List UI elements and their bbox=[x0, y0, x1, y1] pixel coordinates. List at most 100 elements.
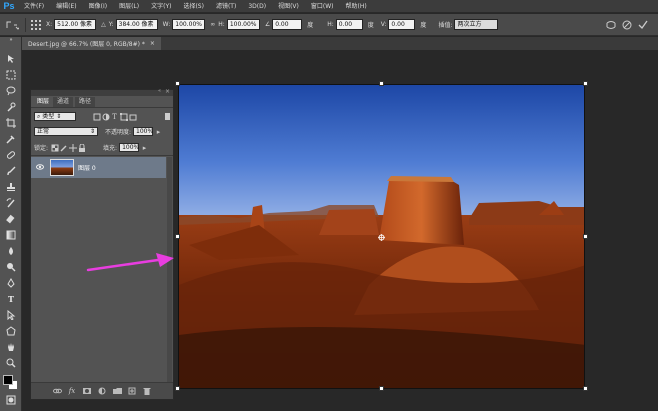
eyedropper-tool-icon[interactable] bbox=[5, 133, 17, 145]
fill-dropdown-icon[interactable]: ▸ bbox=[140, 143, 149, 152]
menu-layer[interactable]: 图层(L) bbox=[113, 0, 145, 13]
transform-handle-right[interactable] bbox=[583, 234, 588, 239]
opacity-dropdown-icon[interactable]: ▸ bbox=[154, 127, 163, 136]
menu-help[interactable]: 帮助(H) bbox=[340, 0, 373, 13]
tab-paths[interactable]: 路径 bbox=[75, 97, 96, 107]
blend-mode-select[interactable]: 正常 ⇕ bbox=[34, 127, 98, 136]
menu-select[interactable]: 选择(S) bbox=[177, 0, 210, 13]
path-selection-tool-icon[interactable] bbox=[5, 309, 17, 321]
adjustment-layer-icon[interactable] bbox=[98, 387, 107, 396]
document-tab[interactable]: Desert.jpg @ 66.7% (图层 0, RGB/8#) * × bbox=[22, 37, 161, 50]
eye-icon[interactable] bbox=[36, 163, 44, 171]
interpolation-select[interactable]: 两次立方 bbox=[454, 19, 499, 30]
eraser-tool-icon[interactable] bbox=[5, 213, 17, 225]
hskew-field[interactable]: 0.00 bbox=[335, 19, 363, 30]
angle-icon: ∠ bbox=[264, 21, 271, 28]
link-icon[interactable]: ∞ bbox=[210, 21, 215, 28]
blur-tool-icon[interactable] bbox=[5, 245, 17, 257]
lock-row: 锁定: 填充: 100% ▸ bbox=[34, 142, 172, 153]
layer-name[interactable]: 图层 0 bbox=[78, 163, 96, 172]
kind-filter-label: 类型 bbox=[42, 113, 55, 120]
link-layers-icon[interactable] bbox=[52, 387, 62, 396]
fill-label: 填充: bbox=[103, 145, 118, 152]
menu-type[interactable]: 文字(Y) bbox=[145, 0, 177, 13]
fill-field[interactable]: 100% bbox=[119, 143, 139, 152]
layer-row[interactable]: 图层 0 bbox=[31, 157, 166, 178]
lock-transparent-icon[interactable] bbox=[50, 143, 59, 152]
new-layer-icon[interactable] bbox=[128, 387, 137, 396]
foreground-color-front[interactable] bbox=[3, 375, 13, 385]
marquee-tool-icon[interactable] bbox=[5, 69, 17, 81]
gradient-tool-icon[interactable] bbox=[5, 229, 17, 241]
healing-brush-tool-icon[interactable] bbox=[5, 149, 17, 161]
add-mask-icon[interactable] bbox=[83, 387, 92, 396]
filter-type-icon[interactable]: T bbox=[110, 112, 119, 121]
filter-toggle[interactable] bbox=[165, 113, 170, 120]
transform-handle-top-left[interactable] bbox=[175, 81, 180, 86]
brush-tool-icon[interactable] bbox=[5, 165, 17, 177]
crop-tool-icon[interactable] bbox=[5, 117, 17, 129]
menu-bar: Ps 文件(F) 编辑(E) 图像(I) 图层(L) 文字(Y) 选择(S) 滤… bbox=[0, 0, 658, 13]
filter-smart-object-icon[interactable] bbox=[128, 112, 137, 121]
menu-file[interactable]: 文件(F) bbox=[18, 0, 50, 13]
dodge-tool-icon[interactable] bbox=[5, 261, 17, 273]
reference-point-crosshair[interactable] bbox=[378, 234, 385, 241]
reference-point-icon[interactable] bbox=[31, 19, 41, 30]
height-field[interactable]: 100.00% bbox=[226, 19, 260, 30]
transform-handle-bottom-right[interactable] bbox=[583, 386, 588, 391]
lasso-tool-icon[interactable] bbox=[5, 85, 17, 97]
filter-shape-icon[interactable] bbox=[119, 112, 128, 121]
transform-handle-top-right[interactable] bbox=[583, 81, 588, 86]
kind-filter-select[interactable]: ⌕ 类型 ⇕ bbox=[34, 112, 76, 121]
lock-all-icon[interactable] bbox=[77, 143, 86, 152]
hand-tool-icon[interactable] bbox=[5, 341, 17, 353]
menu-window[interactable]: 窗口(W) bbox=[305, 0, 340, 13]
cancel-transform-icon[interactable] bbox=[622, 20, 632, 30]
fx-icon[interactable]: fx bbox=[68, 387, 77, 396]
opacity-field[interactable]: 100% bbox=[133, 127, 153, 136]
transform-handle-bottom-left[interactable] bbox=[175, 386, 180, 391]
tab-channels[interactable]: 通道 bbox=[53, 97, 74, 107]
filter-adjustment-icon[interactable] bbox=[101, 112, 110, 121]
new-group-icon[interactable] bbox=[112, 387, 122, 396]
menu-filter[interactable]: 滤镜(T) bbox=[210, 0, 242, 13]
tool-preset-icon[interactable] bbox=[4, 20, 20, 30]
panel-close-icon[interactable]: × bbox=[165, 88, 170, 95]
lock-pixels-icon[interactable] bbox=[59, 143, 68, 152]
y-field[interactable]: 384.00 像素 bbox=[115, 19, 158, 30]
width-field[interactable]: 100.00% bbox=[172, 19, 206, 30]
zoom-tool-icon[interactable] bbox=[5, 357, 17, 369]
panel-header[interactable]: « × bbox=[31, 88, 173, 96]
menu-view[interactable]: 视图(V) bbox=[272, 0, 305, 13]
document-tab-close-icon[interactable]: × bbox=[150, 40, 155, 47]
move-tool-icon[interactable] bbox=[5, 53, 17, 65]
angle-field[interactable]: 0.00 bbox=[272, 19, 303, 30]
transform-handle-top[interactable] bbox=[379, 81, 384, 86]
menu-edit[interactable]: 编辑(E) bbox=[50, 0, 82, 13]
quick-mask-icon[interactable] bbox=[5, 394, 17, 406]
type-tool-icon[interactable]: T bbox=[5, 293, 17, 305]
commit-transform-icon[interactable] bbox=[638, 20, 648, 30]
delta-icon[interactable]: △ bbox=[101, 21, 106, 28]
divider bbox=[31, 155, 173, 156]
tab-layers[interactable]: 图层 bbox=[33, 97, 54, 107]
transform-handle-bottom[interactable] bbox=[379, 386, 384, 391]
toolbox-collapse-icon[interactable]: » bbox=[5, 37, 17, 43]
menu-image[interactable]: 图像(I) bbox=[83, 0, 113, 13]
x-field[interactable]: 512.00 像素 bbox=[54, 19, 97, 30]
clone-stamp-tool-icon[interactable] bbox=[5, 181, 17, 193]
options-bar: X: 512.00 像素 △ Y: 384.00 像素 W: 100.00% ∞… bbox=[0, 14, 658, 36]
pen-tool-icon[interactable] bbox=[5, 277, 17, 289]
filter-pixel-icon[interactable] bbox=[92, 112, 101, 121]
transform-handle-left[interactable] bbox=[175, 234, 180, 239]
vskew-field[interactable]: 0.00 bbox=[388, 19, 416, 30]
history-brush-tool-icon[interactable] bbox=[5, 197, 17, 209]
y-label: Y: bbox=[108, 21, 114, 28]
trash-icon[interactable] bbox=[143, 387, 152, 396]
warp-icon[interactable] bbox=[606, 20, 616, 30]
lock-position-icon[interactable] bbox=[68, 143, 77, 152]
shape-tool-icon[interactable] bbox=[5, 325, 17, 337]
menu-3d[interactable]: 3D(D) bbox=[242, 0, 272, 13]
quick-selection-tool-icon[interactable] bbox=[5, 101, 17, 113]
panel-collapse-icon[interactable]: « bbox=[158, 88, 161, 94]
